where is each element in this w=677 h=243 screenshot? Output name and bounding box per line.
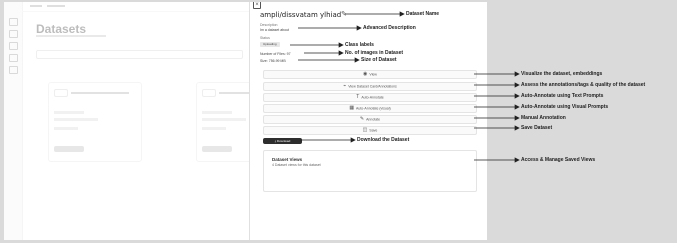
callout-lines bbox=[290, 11, 520, 163]
callout-views: Access & Manage Saved Views bbox=[521, 157, 596, 163]
callout-dataset-name: Dataset Name bbox=[406, 11, 440, 17]
callout-download: Download the Dataset bbox=[357, 137, 410, 143]
callout-auto-text: Auto-Annotate using Text Prompts bbox=[521, 93, 604, 99]
callout-class-labels: Class labels bbox=[345, 42, 374, 48]
callout-num-images: No. of images in Dataset bbox=[345, 50, 404, 56]
callout-assess: Assess the annotations/tags & quality of… bbox=[521, 82, 646, 88]
callout-manual: Manual Annotation bbox=[521, 115, 566, 121]
callout-auto-visual: Auto-Annotate using Visual Prompts bbox=[521, 104, 609, 110]
callout-size: Size of Dataset bbox=[361, 57, 397, 63]
callout-advanced-description: Advanced Description bbox=[363, 25, 416, 31]
callout-visualize: Visualize the dataset, embeddings bbox=[521, 71, 603, 77]
callout-save: Save Dataset bbox=[521, 125, 553, 131]
